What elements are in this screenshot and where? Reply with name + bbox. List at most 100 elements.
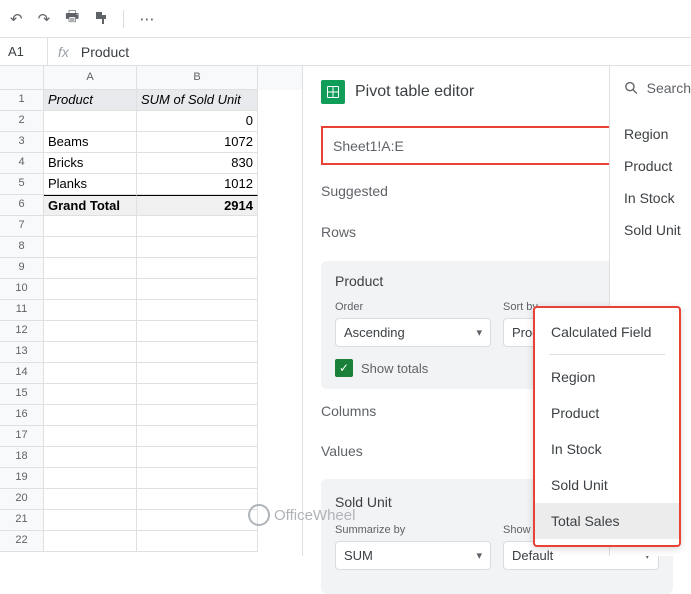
row-number[interactable]: 2	[0, 111, 44, 132]
cell[interactable]: SUM of Sold Unit	[137, 90, 258, 111]
row-number[interactable]: 10	[0, 279, 44, 300]
row-number[interactable]: 1	[0, 90, 44, 111]
cell[interactable]	[137, 405, 258, 426]
cell[interactable]: Bricks	[44, 153, 137, 174]
table-row: 22	[0, 531, 302, 552]
formula-value[interactable]: Product	[79, 44, 129, 60]
cell[interactable]	[137, 384, 258, 405]
cell[interactable]	[44, 531, 137, 552]
cell[interactable]	[44, 342, 137, 363]
cell[interactable]	[44, 216, 137, 237]
suggested-label: Suggested	[321, 183, 388, 199]
dropdown-region[interactable]: Region	[535, 359, 679, 395]
cell[interactable]: Product	[44, 90, 137, 111]
watermark: OfficeWheel	[248, 504, 355, 526]
row-number[interactable]: 11	[0, 300, 44, 321]
cell[interactable]	[137, 279, 258, 300]
cell[interactable]: Planks	[44, 174, 137, 195]
cell[interactable]	[137, 468, 258, 489]
column-header-a[interactable]: A	[44, 66, 137, 90]
summarize-label: Summarize by	[335, 524, 491, 536]
paint-format-icon[interactable]	[94, 10, 108, 28]
table-row: 12	[0, 321, 302, 342]
cell[interactable]	[137, 237, 258, 258]
cell[interactable]	[44, 510, 137, 531]
row-number[interactable]: 14	[0, 363, 44, 384]
cell[interactable]: 1072	[137, 132, 258, 153]
field-item[interactable]: Sold Unit	[624, 214, 691, 246]
row-number[interactable]: 6	[0, 195, 44, 216]
row-number[interactable]: 22	[0, 531, 44, 552]
row-number[interactable]: 8	[0, 237, 44, 258]
row-number[interactable]: 15	[0, 384, 44, 405]
cell[interactable]	[137, 321, 258, 342]
table-row: 17	[0, 426, 302, 447]
cell[interactable]	[44, 321, 137, 342]
cell[interactable]	[44, 237, 137, 258]
cell[interactable]	[44, 426, 137, 447]
row-number[interactable]: 4	[0, 153, 44, 174]
cell[interactable]: 2914	[137, 195, 258, 216]
column-header-b[interactable]: B	[137, 66, 258, 90]
row-number[interactable]: 3	[0, 132, 44, 153]
table-row: 10	[0, 279, 302, 300]
row-number[interactable]: 16	[0, 405, 44, 426]
cell[interactable]	[44, 447, 137, 468]
cell[interactable]	[44, 300, 137, 321]
dropdown-totalsales[interactable]: Total Sales	[535, 503, 679, 539]
cell[interactable]: Grand Total	[44, 195, 137, 216]
cell[interactable]	[137, 216, 258, 237]
cell[interactable]	[137, 447, 258, 468]
row-number[interactable]: 20	[0, 489, 44, 510]
show-totals-checkbox[interactable]: ✓	[335, 359, 353, 377]
cell[interactable]	[44, 363, 137, 384]
field-item[interactable]: In Stock	[624, 182, 691, 214]
cell[interactable]	[137, 342, 258, 363]
cell[interactable]	[137, 426, 258, 447]
cell[interactable]: Beams	[44, 132, 137, 153]
cell[interactable]	[137, 489, 258, 510]
row-number[interactable]: 9	[0, 258, 44, 279]
cell[interactable]	[44, 111, 137, 132]
order-select[interactable]: Ascending▾	[335, 318, 491, 347]
cell[interactable]	[137, 531, 258, 552]
row-number[interactable]: 17	[0, 426, 44, 447]
cell[interactable]	[44, 279, 137, 300]
cell[interactable]: 0	[137, 111, 258, 132]
cell-reference[interactable]: A1	[0, 38, 48, 65]
watermark-icon	[248, 504, 270, 526]
dropdown-soldunit[interactable]: Sold Unit	[535, 467, 679, 503]
redo-icon[interactable]: ↷	[38, 10, 51, 28]
row-number[interactable]: 7	[0, 216, 44, 237]
editor-title: Pivot table editor	[355, 83, 474, 101]
dropdown-product[interactable]: Product	[535, 395, 679, 431]
undo-icon[interactable]: ↶	[10, 10, 23, 28]
cell[interactable]: 830	[137, 153, 258, 174]
cell[interactable]	[137, 258, 258, 279]
cell[interactable]	[44, 468, 137, 489]
row-number[interactable]: 5	[0, 174, 44, 195]
field-item[interactable]: Region	[624, 118, 691, 150]
dropdown-instock[interactable]: In Stock	[535, 431, 679, 467]
row-number[interactable]: 18	[0, 447, 44, 468]
cell[interactable]	[44, 258, 137, 279]
cell[interactable]	[44, 384, 137, 405]
cell[interactable]	[137, 363, 258, 384]
cell[interactable]	[137, 510, 258, 531]
row-number[interactable]: 12	[0, 321, 44, 342]
field-item[interactable]: Product	[624, 150, 691, 182]
row-number[interactable]: 19	[0, 468, 44, 489]
search-field[interactable]: Search	[624, 80, 691, 96]
cell[interactable]	[44, 405, 137, 426]
dropdown-calculated-field[interactable]: Calculated Field	[535, 314, 679, 350]
cell[interactable]	[44, 489, 137, 510]
row-number[interactable]: 21	[0, 510, 44, 531]
row-number[interactable]: 13	[0, 342, 44, 363]
print-icon[interactable]: 🖶	[65, 6, 79, 31]
table-row: 7	[0, 216, 302, 237]
cell[interactable]: 1012	[137, 174, 258, 195]
more-icon[interactable]: ⋯	[139, 10, 154, 28]
values-dropdown: Calculated Field Region Product In Stock…	[533, 306, 681, 547]
cell[interactable]	[137, 300, 258, 321]
select-all-corner[interactable]	[0, 66, 44, 90]
